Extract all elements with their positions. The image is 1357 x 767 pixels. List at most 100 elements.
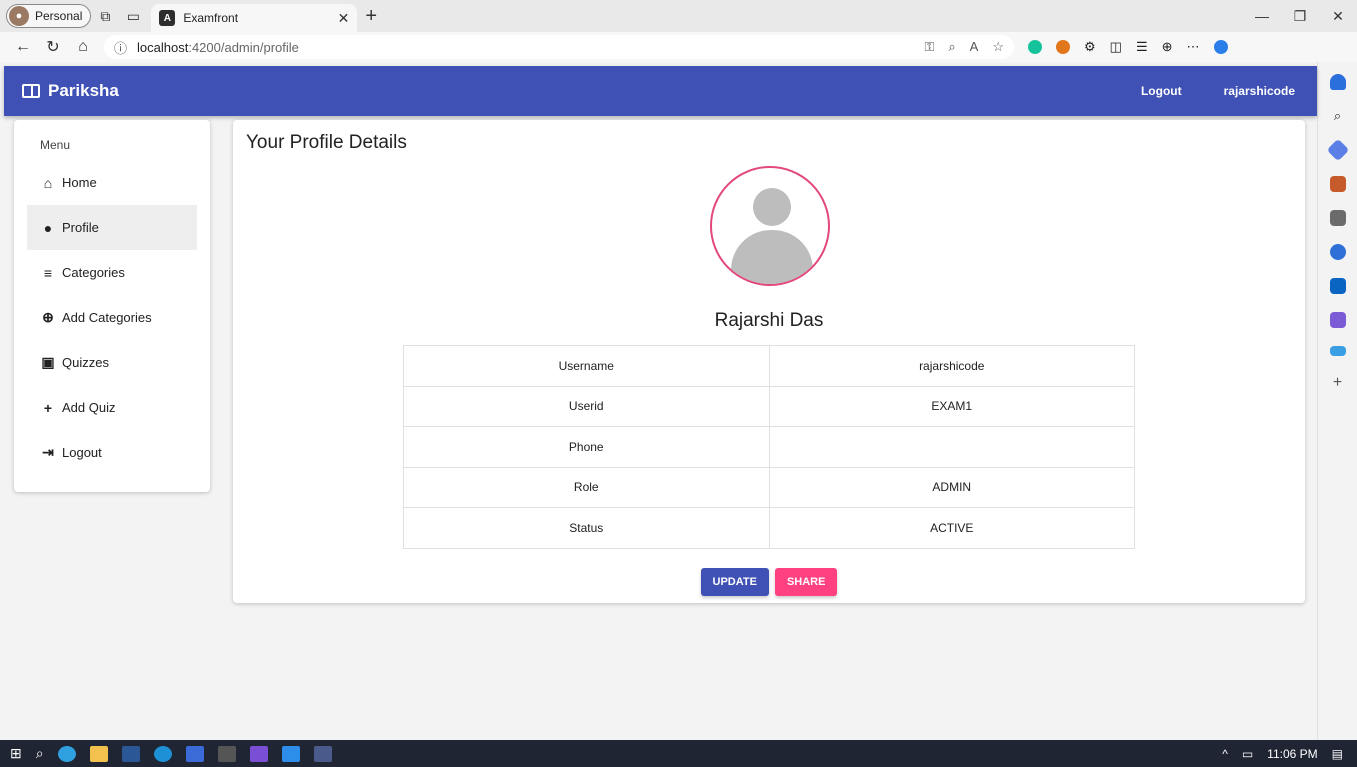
site-info-icon[interactable]: ⓘ	[114, 38, 127, 57]
windows-start-icon[interactable]: ⊞	[10, 745, 22, 762]
network-icon[interactable]: ▭	[1242, 747, 1253, 761]
window-controls: — ❐ ✕	[1243, 8, 1357, 25]
toolbar-user-button[interactable]: rajarshicode	[1224, 84, 1295, 98]
row-value: EXAM1	[768, 385, 1135, 427]
app-icon[interactable]	[185, 745, 204, 762]
restore-icon[interactable]: ❐	[1281, 8, 1319, 25]
tab-title: Examfront	[183, 11, 239, 25]
sidebar-item-categories[interactable]: ≡ Categories	[27, 250, 197, 295]
taskbar-clock[interactable]: 11:06 PM	[1267, 747, 1317, 761]
add-circle-icon: ⊕	[42, 309, 54, 325]
bell-icon[interactable]	[1329, 74, 1346, 90]
new-tab-icon[interactable]: +	[365, 5, 377, 28]
extensions-icon[interactable]: ⚙	[1084, 39, 1096, 55]
toolbar-logout-button[interactable]: Logout	[1141, 84, 1182, 98]
profile-avatar	[710, 166, 830, 286]
list-icon: ≡	[43, 264, 53, 281]
file-explorer-icon[interactable]	[89, 745, 108, 762]
word-icon[interactable]	[121, 745, 140, 762]
toolbox-icon[interactable]	[1329, 176, 1346, 192]
update-button[interactable]: UPDATE	[700, 568, 769, 596]
row-label: Role	[403, 466, 770, 508]
row-label: Status	[403, 507, 770, 549]
sidebar-item-label: Logout	[62, 445, 102, 460]
edge-app-icon[interactable]	[57, 745, 76, 762]
avatar-head-shape	[753, 188, 791, 226]
taskbar-search-icon[interactable]: ⌕	[36, 745, 44, 762]
split-screen-icon[interactable]: ◫	[1110, 39, 1122, 55]
home-browser-icon[interactable]: ⌂	[68, 38, 98, 56]
profile-label: Personal	[35, 9, 83, 23]
sidebar-item-quizzes[interactable]: ▣ Quizzes	[27, 340, 197, 385]
profile-name: Rajarshi Das	[714, 310, 824, 331]
table-row: Username rajarshicode	[403, 345, 1135, 387]
row-label: Username	[403, 345, 770, 387]
office-icon[interactable]	[1329, 244, 1346, 260]
book-icon	[22, 84, 40, 98]
home-icon: ⌂	[43, 174, 53, 191]
browser-tab-examfront[interactable]: A Examfront ✕	[151, 4, 358, 32]
logout-icon: ⇥	[42, 444, 54, 460]
sidebar-item-logout[interactable]: ⇥ Logout	[27, 430, 197, 475]
edge-dev-icon[interactable]	[153, 745, 172, 762]
grammarly-icon[interactable]	[1028, 40, 1042, 54]
sidebar-item-label: Add Categories	[62, 310, 152, 325]
sidebar-item-add-quiz[interactable]: + Add Quiz	[27, 385, 197, 430]
terminal-icon[interactable]	[217, 745, 236, 762]
tab-actions-icon[interactable]: ▭	[119, 4, 147, 28]
refresh-icon[interactable]: ↻	[38, 37, 68, 57]
intellij-icon[interactable]	[249, 745, 268, 762]
read-aloud-icon[interactable]: A	[970, 39, 979, 55]
account-circle-icon: ●	[43, 219, 53, 236]
copilot-icon[interactable]	[1213, 40, 1228, 54]
sidebar-item-profile[interactable]: ● Profile	[27, 205, 197, 250]
row-value: ADMIN	[768, 466, 1135, 508]
tab-close-icon[interactable]: ✕	[338, 10, 350, 27]
row-value: rajarshicode	[768, 345, 1135, 387]
sidebar-item-home[interactable]: ⌂ Home	[27, 160, 197, 205]
favorite-star-icon[interactable]: ☆	[992, 39, 1004, 55]
profile-card: Your Profile Details Rajarshi Das Userna…	[233, 120, 1305, 603]
url-input[interactable]: ⓘ localhost:4200/admin/profile ⚿ ⌕ A ☆	[104, 35, 1014, 59]
games-icon[interactable]	[1329, 210, 1346, 226]
collections-toolbar-icon[interactable]: ⊕	[1162, 39, 1173, 55]
minimize-icon[interactable]: —	[1243, 8, 1281, 25]
vscode-icon[interactable]	[281, 745, 300, 762]
browser-profile-button[interactable]: ● Personal	[6, 4, 92, 28]
more-icon[interactable]: ⋯	[1187, 39, 1200, 55]
designer-icon[interactable]	[1329, 312, 1346, 328]
row-label: Phone	[403, 426, 770, 468]
outlook-icon[interactable]	[1329, 278, 1346, 294]
sidebar-item-label: Profile	[62, 220, 99, 235]
sidebar-item-label: Home	[62, 175, 97, 190]
sidebar-item-label: Quizzes	[62, 355, 109, 370]
edge-sidebar: ⌕ +	[1317, 62, 1357, 740]
telegram-icon[interactable]	[1329, 346, 1346, 356]
zoom-icon[interactable]: ⌕	[948, 39, 955, 55]
metamask-icon[interactable]	[1056, 40, 1070, 54]
sidebar-item-label: Categories	[62, 265, 125, 280]
url-host: localhost	[137, 39, 189, 55]
row-label: Userid	[403, 385, 770, 427]
tray-chevron-icon[interactable]: ^	[1222, 747, 1228, 761]
menu-heading: Menu	[40, 138, 71, 152]
close-window-icon[interactable]: ✕	[1319, 8, 1357, 25]
row-value: ACTIVE	[768, 507, 1135, 549]
browser-address-bar: ← ↻ ⌂ ⓘ localhost:4200/admin/profile ⚿ ⌕…	[0, 32, 1357, 62]
back-icon[interactable]: ←	[8, 38, 38, 56]
sidebar-item-add-categories[interactable]: ⊕ Add Categories	[27, 295, 197, 340]
add-sidebar-icon[interactable]: +	[1333, 374, 1342, 392]
collections-icon[interactable]: ⧉	[91, 4, 119, 28]
notification-icon[interactable]: ▤	[1332, 747, 1343, 761]
brand[interactable]: Pariksha	[22, 81, 119, 101]
tag-icon[interactable]	[1326, 138, 1349, 162]
sql-icon[interactable]	[313, 745, 332, 762]
key-icon[interactable]: ⚿	[924, 39, 934, 55]
favorites-icon[interactable]: ☰	[1136, 39, 1148, 55]
url-path: :4200/admin/profile	[188, 39, 299, 55]
search-icon[interactable]: ⌕	[1334, 108, 1341, 124]
share-button[interactable]: SHARE	[774, 568, 838, 596]
quiz-icon: ▣	[41, 354, 55, 370]
app-toolbar: Pariksha Logout rajarshicode	[4, 66, 1317, 116]
table-row: Phone	[403, 426, 1135, 468]
